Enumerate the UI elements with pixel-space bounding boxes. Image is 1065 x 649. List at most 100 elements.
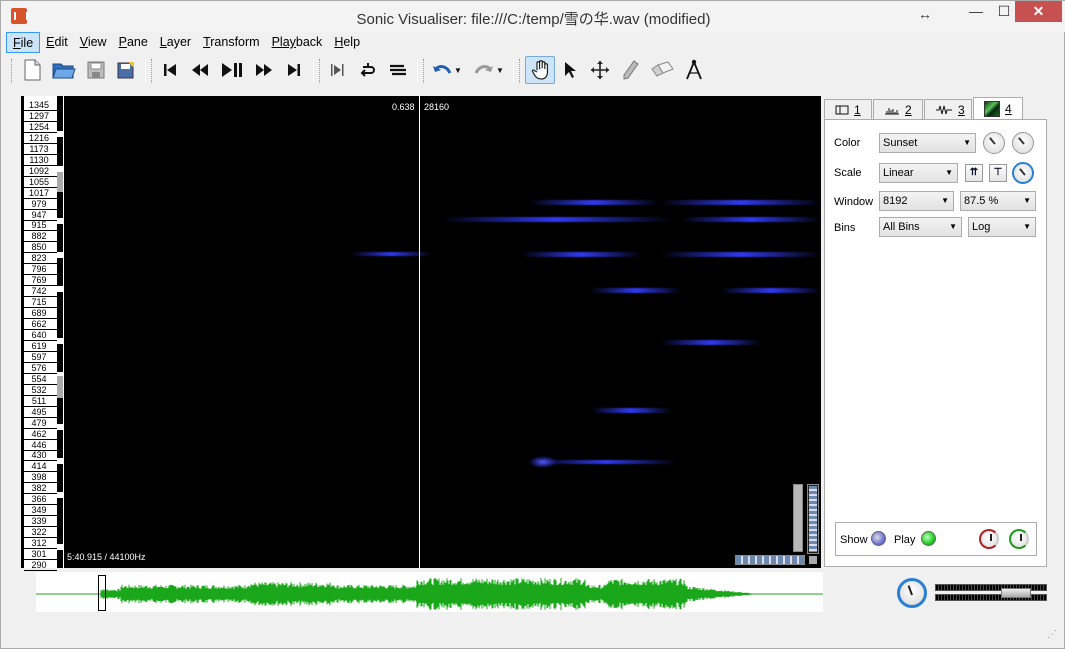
- toolbar-grip[interactable]: [151, 59, 154, 83]
- fast-forward-icon[interactable]: [251, 57, 277, 83]
- toolbar-separator: [313, 59, 314, 83]
- toolbar-grip[interactable]: [519, 59, 522, 83]
- minimize-button[interactable]: —: [961, 1, 991, 22]
- menu-bar: File Edit View Pane Layer Transform Play…: [6, 32, 366, 53]
- loop-icon[interactable]: [355, 57, 381, 83]
- measure-tool-icon[interactable]: [681, 57, 707, 83]
- vertical-zoom-slider[interactable]: [807, 484, 819, 554]
- color-map-select[interactable]: Sunset: [879, 133, 976, 153]
- playback-pan-dial[interactable]: [1009, 529, 1029, 549]
- select-tool-icon[interactable]: [557, 57, 583, 83]
- menu-playback-mnemonic: Play: [271, 35, 296, 49]
- tab-waveform-number: 3: [958, 102, 965, 117]
- toolbar-separator: [513, 59, 514, 83]
- playback-gain-dial[interactable]: [979, 529, 999, 549]
- show-play-group: Show Play: [835, 522, 1037, 556]
- normalize-visible-button[interactable]: ⊤: [989, 164, 1007, 182]
- overview-waveform[interactable]: [36, 572, 823, 612]
- frequency-tick-label: 1173: [29, 143, 49, 154]
- frequency-tick-label: 532: [31, 384, 47, 395]
- frequency-tick-label: 662: [31, 319, 47, 330]
- menu-file-rest: ile: [20, 36, 34, 50]
- tab-spectrogram[interactable]: 4: [973, 97, 1023, 120]
- redo-dropdown-icon[interactable]: ▼: [494, 57, 506, 83]
- playhead-line[interactable]: [419, 96, 420, 568]
- resize-arrows-icon[interactable]: ↔: [916, 6, 934, 22]
- spectral-peak: [441, 217, 671, 222]
- resize-grip-icon[interactable]: ⋰: [1047, 629, 1061, 643]
- navigate-tool-icon[interactable]: [525, 56, 555, 84]
- toolbar-grip[interactable]: [319, 59, 322, 83]
- menu-layer[interactable]: Layer: [154, 32, 197, 53]
- toolbar-grip[interactable]: [11, 59, 14, 83]
- frequency-tick-label: 576: [31, 362, 47, 373]
- vertical-scroll-thumb[interactable]: [793, 484, 803, 552]
- close-button[interactable]: ✕: [1015, 1, 1062, 22]
- save-icon[interactable]: [83, 57, 109, 83]
- menu-layer-mnemonic: L: [159, 35, 167, 49]
- frequency-tick-label: 915: [31, 220, 47, 231]
- frequency-tick-label: 414: [31, 461, 47, 472]
- new-file-icon[interactable]: [19, 57, 45, 83]
- constrain-playback-icon[interactable]: [325, 57, 351, 83]
- solo-icon[interactable]: [385, 57, 411, 83]
- draw-tool-icon[interactable]: [617, 57, 643, 83]
- frequency-tick-label: 322: [31, 527, 47, 538]
- menu-pane-rest: ane: [126, 35, 148, 49]
- menu-playback[interactable]: Playback: [266, 32, 329, 53]
- frequency-tick-label: 430: [31, 450, 47, 461]
- frequency-tick-label: 479: [31, 417, 47, 428]
- tab-waveform-bars[interactable]: 2: [873, 99, 923, 119]
- menu-layer-rest: ayer: [166, 35, 192, 49]
- bins-select[interactable]: All Bins: [879, 217, 962, 237]
- color-rotation-dial[interactable]: [1012, 132, 1034, 154]
- horizontal-zoom-slider[interactable]: [735, 555, 805, 565]
- scale-select[interactable]: Linear: [879, 163, 958, 183]
- scale-label: Scale: [834, 167, 862, 179]
- spectrogram-pane[interactable]: 1345 1297 1254 1216 1173 1130 1092 1055 1017 979 9…: [21, 96, 821, 571]
- visible-region-box[interactable]: [98, 575, 106, 611]
- zoom-reset-button[interactable]: [809, 556, 817, 564]
- normalize-columns-button[interactable]: ⇈: [965, 164, 983, 182]
- toolbar-grip[interactable]: [423, 59, 426, 83]
- frequency-tick-label: 640: [31, 330, 47, 340]
- spectral-peak: [721, 288, 821, 293]
- cursor-value: 0.638: [392, 102, 415, 112]
- menu-transform[interactable]: Transform: [197, 32, 266, 53]
- show-toggle[interactable]: [871, 531, 886, 546]
- threshold-dial[interactable]: [1012, 162, 1034, 184]
- frequency-tick-label: 882: [31, 231, 47, 242]
- menu-file[interactable]: File: [6, 32, 41, 53]
- erase-tool-icon[interactable]: [649, 57, 675, 83]
- frequency-tick-label: 312: [31, 538, 47, 549]
- tab-waveform-bars-number: 2: [905, 102, 912, 117]
- spectrogram-icon: [984, 101, 1000, 117]
- fast-forward-end-icon[interactable]: [281, 57, 307, 83]
- playback-speed-dial[interactable]: [897, 578, 927, 608]
- frequency-tick-label: 339: [31, 516, 47, 527]
- tab-waveform[interactable]: 3: [924, 99, 972, 119]
- menu-help[interactable]: Help: [328, 32, 366, 53]
- menu-edit[interactable]: Edit: [40, 32, 74, 53]
- frequency-tick-label: 366: [31, 494, 47, 505]
- master-gain-slider[interactable]: [1001, 588, 1031, 598]
- rewind-start-icon[interactable]: [157, 57, 183, 83]
- window-size-select[interactable]: 8192: [879, 191, 954, 211]
- window-overlap-select[interactable]: 87.5 %: [960, 191, 1036, 211]
- waveform-bars-icon: [885, 107, 899, 114]
- menu-view[interactable]: View: [74, 32, 113, 53]
- open-file-icon[interactable]: [51, 57, 77, 83]
- save-as-icon[interactable]: [113, 57, 139, 83]
- tab-pane[interactable]: 1: [824, 99, 872, 119]
- rewind-icon[interactable]: [187, 57, 213, 83]
- play-pause-icon[interactable]: [219, 57, 245, 83]
- move-tool-icon[interactable]: [587, 57, 613, 83]
- menu-pane[interactable]: Pane: [113, 32, 154, 53]
- play-toggle[interactable]: [921, 531, 936, 546]
- frequency-tick-label: 446: [31, 439, 47, 450]
- bins-label: Bins: [834, 222, 856, 234]
- spectral-peak: [521, 252, 641, 257]
- bins-scale-select[interactable]: Log: [968, 217, 1036, 237]
- undo-dropdown-icon[interactable]: ▼: [452, 57, 464, 83]
- color-gain-dial[interactable]: [983, 132, 1005, 154]
